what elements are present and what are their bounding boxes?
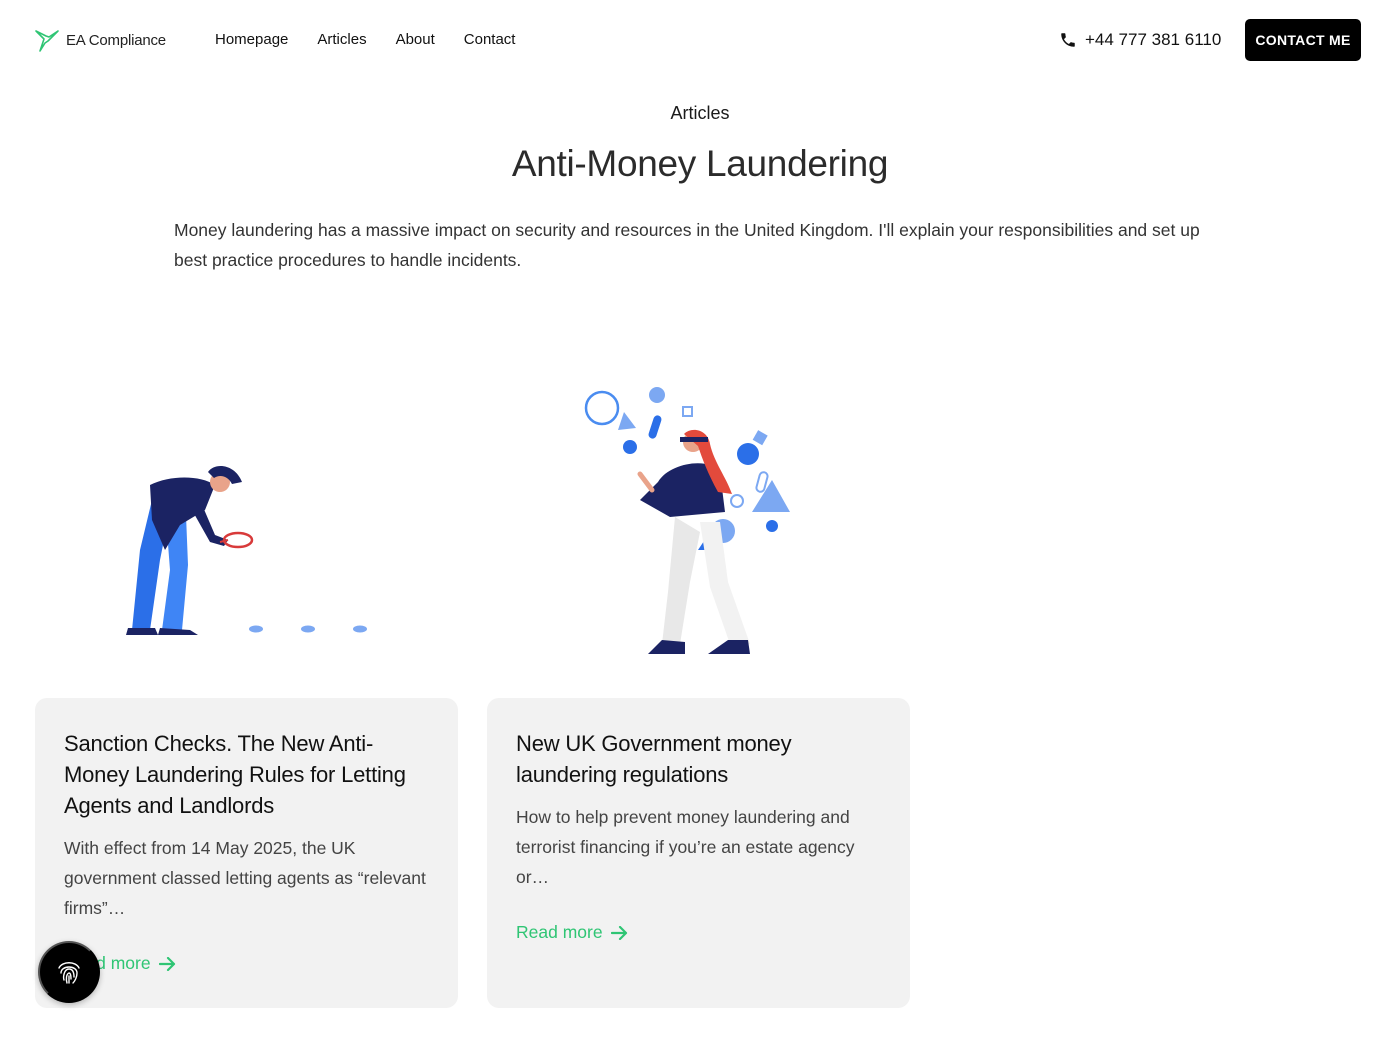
arrow-right-icon — [610, 925, 627, 940]
card-excerpt: With effect from 14 May 2025, the UK gov… — [64, 838, 426, 918]
section-eyebrow: Articles — [670, 103, 730, 123]
contact-me-button[interactable]: CONTACT ME — [1245, 19, 1361, 61]
phone-icon — [1061, 33, 1075, 47]
article-card[interactable]: New UK Government money laundering regul… — [487, 698, 910, 1008]
nav-about[interactable]: About — [396, 31, 435, 48]
nav-contact[interactable]: Contact — [464, 31, 516, 48]
fingerprint-icon — [58, 962, 80, 984]
card-title[interactable]: New UK Government money laundering regul… — [516, 728, 881, 790]
intro-paragraph: Money laundering has a massive impact on… — [174, 220, 1200, 270]
page-title: Anti-Money Laundering — [511, 143, 889, 184]
card-excerpt: How to help prevent money laundering and… — [516, 807, 855, 887]
nav-articles[interactable]: Articles — [317, 31, 366, 48]
site-header: EA Compliance Homepage Articles About Co… — [0, 0, 1400, 82]
phone-number: +44 777 381 6110 — [1085, 30, 1222, 49]
investigator-illustration — [126, 466, 367, 635]
hummingbird-icon — [35, 30, 59, 52]
site-logo[interactable]: EA Compliance — [34, 27, 166, 53]
privacy-fingerprint-button[interactable] — [38, 941, 100, 1003]
logo-text: EA Compliance — [66, 31, 166, 49]
nav-homepage[interactable]: Homepage — [215, 31, 288, 48]
phone-link[interactable]: +44 777 381 6110 — [1059, 30, 1221, 50]
read-more-label: Read more — [516, 922, 603, 942]
card-title[interactable]: Sanction Checks. The New Anti-Money Laun… — [64, 728, 429, 821]
shapes-illustration — [584, 387, 790, 654]
read-more-link[interactable]: Read more — [516, 922, 629, 943]
main-nav: Homepage Articles About Contact — [215, 31, 515, 48]
arrow-right-icon — [158, 956, 175, 971]
